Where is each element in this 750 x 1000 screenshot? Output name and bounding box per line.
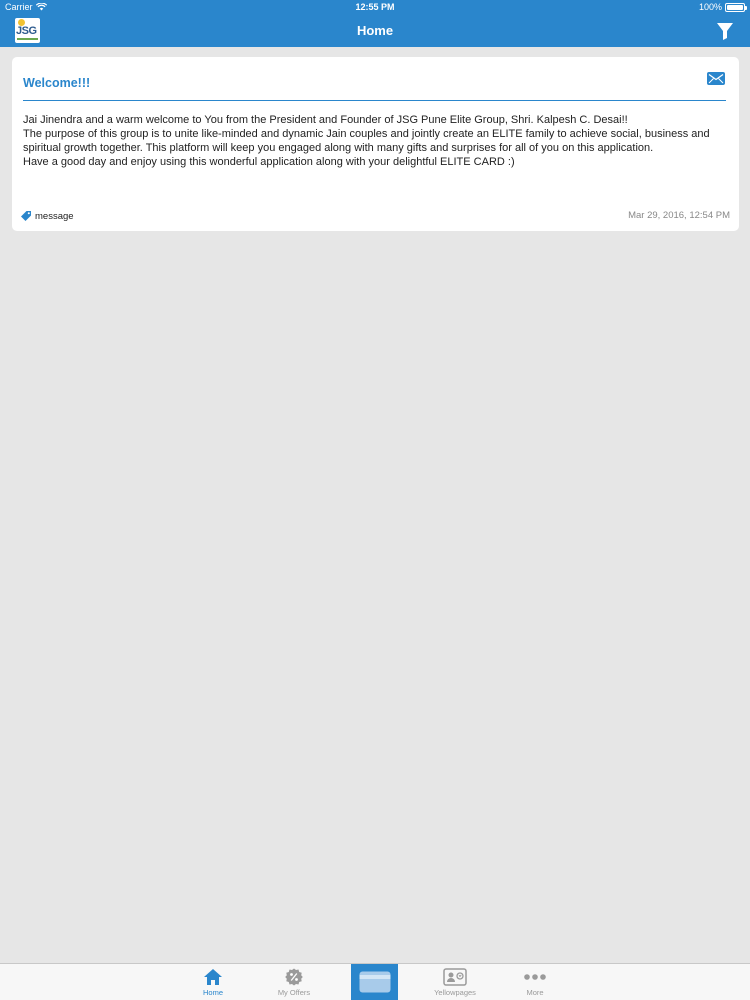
home-icon (204, 969, 222, 985)
card-title: Welcome!!! (23, 76, 91, 90)
tab-my-offers-label: My Offers (277, 988, 311, 997)
card-body-line-3: Have a good day and enjoy using this won… (23, 156, 515, 168)
tab-more-label: More (526, 988, 544, 997)
tab-bar: Home My Offers Yellowpages More (0, 963, 750, 1000)
message-tag[interactable]: message (20, 210, 74, 222)
card-divider (23, 100, 726, 101)
logo-bar (17, 38, 38, 40)
status-time: 12:55 PM (355, 2, 395, 12)
card-timestamp: Mar 29, 2016, 12:54 PM (628, 210, 730, 221)
battery-icon (725, 2, 747, 12)
tab-yellowpages-label: Yellowpages (434, 988, 476, 997)
tab-elite-card[interactable] (351, 964, 398, 1000)
tab-home[interactable]: Home (189, 964, 237, 1000)
mail-button[interactable] (707, 72, 725, 85)
tab-yellowpages[interactable]: Yellowpages (431, 964, 479, 1000)
tag-label: message (35, 210, 74, 222)
yellowpages-icon (443, 968, 467, 986)
tag-icon (21, 211, 31, 221)
status-bar: Carrier 12:55 PM 100% (0, 0, 750, 16)
filter-button[interactable] (714, 20, 736, 42)
filter-icon (717, 23, 733, 40)
page-title: Home (356, 23, 394, 38)
offers-icon (285, 968, 303, 986)
card-body: Jai Jinendra and a warm welcome to You f… (23, 113, 728, 169)
status-right: 100% (698, 2, 747, 12)
more-icon (524, 974, 546, 980)
nav-bar: JSG Home (0, 16, 750, 47)
card-icon (359, 971, 390, 993)
tab-home-label: Home (202, 988, 223, 997)
card-body-line-1: Jai Jinendra and a warm welcome to You f… (23, 114, 628, 126)
mail-icon (707, 72, 725, 85)
battery-label: 100% (698, 2, 722, 12)
tab-more[interactable]: More (511, 964, 559, 1000)
tab-my-offers[interactable]: My Offers (270, 964, 318, 1000)
message-card[interactable]: Welcome!!! Jai Jinendra and a warm welco… (12, 57, 739, 231)
card-body-line-2: The purpose of this group is to unite li… (23, 128, 710, 154)
